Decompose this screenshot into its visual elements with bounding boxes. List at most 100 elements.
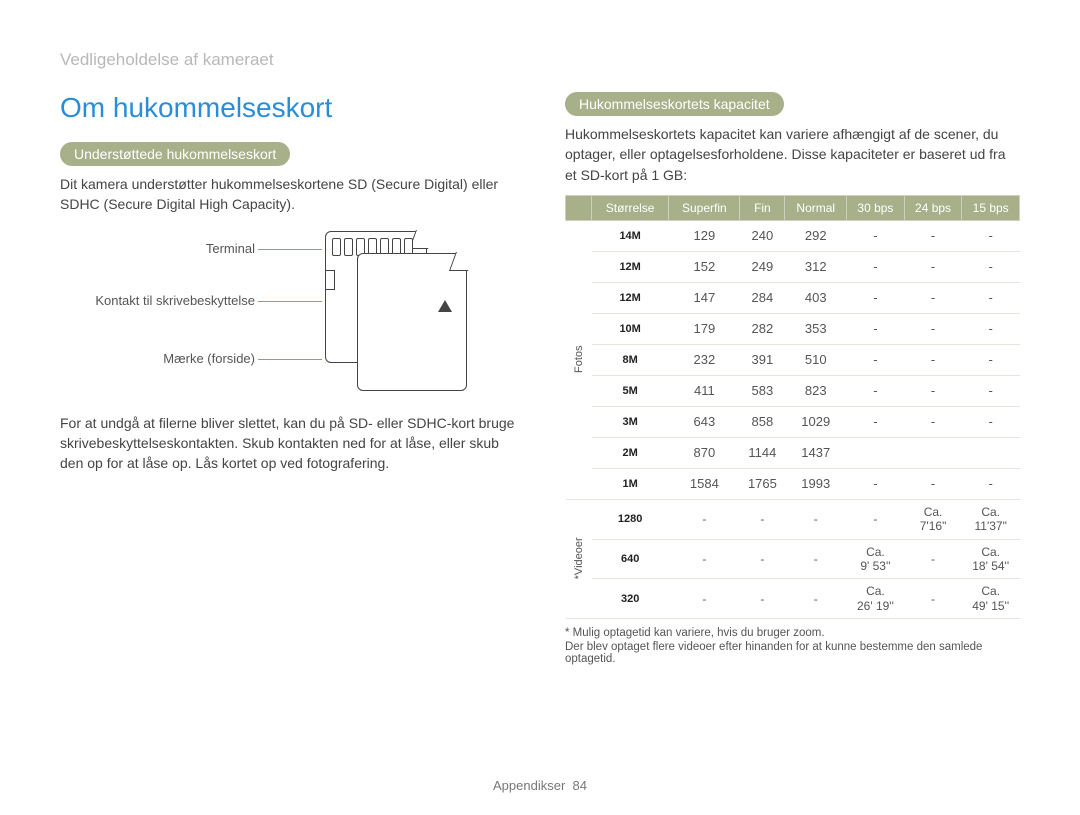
cell-value: - [904, 406, 962, 437]
triangle-icon [438, 300, 452, 312]
cell-value: 411 [669, 375, 740, 406]
cell-value: - [847, 220, 905, 251]
cell-value: 147 [669, 282, 740, 313]
cell-value: 292 [785, 220, 847, 251]
cell-value: - [904, 375, 962, 406]
cell-value: - [962, 468, 1020, 499]
right-column: Hukommelseskortets kapacitet Hukommelses… [565, 92, 1020, 667]
cell-value: - [904, 282, 962, 313]
cell-value: - [847, 344, 905, 375]
cell-value: 284 [740, 282, 785, 313]
leader-line [258, 249, 322, 250]
table-row: 5M411583823--- [566, 375, 1020, 406]
cell-value: 282 [740, 313, 785, 344]
table-row: Fotos14M129240292--- [566, 220, 1020, 251]
cell-value: - [847, 251, 905, 282]
table-row: 10M179282353--- [566, 313, 1020, 344]
cell-size: 320 [592, 579, 669, 619]
th-fine: Fin [740, 195, 785, 220]
sd-card-front-icon [357, 253, 467, 391]
cell-value: - [962, 282, 1020, 313]
footnote-zoom: * Mulig optagetid kan variere, hvis du b… [565, 627, 1020, 639]
cell-value: - [904, 579, 962, 619]
cell-value: - [740, 499, 785, 539]
table-row: 1M158417651993--- [566, 468, 1020, 499]
footer-page-number: 84 [573, 778, 587, 793]
cell-value: 179 [669, 313, 740, 344]
cell-value: - [740, 579, 785, 619]
cell-value: - [904, 251, 962, 282]
footnote-multi-record: Der blev optaget flere videoer efter hin… [565, 641, 1020, 665]
cell-size: 14M [592, 220, 669, 251]
cell-value: - [669, 539, 740, 579]
leader-line [258, 359, 322, 360]
cell-value: 1765 [740, 468, 785, 499]
leader-line [258, 301, 322, 302]
capacity-table: Størrelse Superfin Fin Normal 30 bps 24 … [565, 195, 1020, 619]
cell-value: 870 [669, 437, 740, 468]
cell-value: Ca.7'16" [904, 499, 962, 539]
footnotes: * Mulig optagetid kan variere, hvis du b… [565, 627, 1020, 665]
subhead-capacity: Hukommelseskortets kapacitet [565, 92, 784, 116]
cell-size: 10M [592, 313, 669, 344]
cell-size: 640 [592, 539, 669, 579]
cell-value: - [669, 499, 740, 539]
cell-value: 353 [785, 313, 847, 344]
cell-value: - [847, 468, 905, 499]
cell-value: 232 [669, 344, 740, 375]
page-title: Om hukommelseskort [60, 92, 515, 124]
page-footer: Appendikser 84 [0, 778, 1080, 793]
running-head: Vedligeholdelse af kameraet [60, 50, 1020, 70]
cell-value: 249 [740, 251, 785, 282]
cell-value: - [785, 539, 847, 579]
cell-value: - [904, 313, 962, 344]
cell-value: - [785, 579, 847, 619]
cell-value: Ca.9' 53'' [847, 539, 905, 579]
cell-value: 510 [785, 344, 847, 375]
th-15bps: 15 bps [962, 195, 1020, 220]
cell-value: - [962, 313, 1020, 344]
cell-value: Ca.49' 15'' [962, 579, 1020, 619]
cell-value: 1437 [785, 437, 847, 468]
cell-value: 403 [785, 282, 847, 313]
subhead-supported-cards: Understøttede hukommelseskort [60, 142, 290, 166]
cell-value: 152 [669, 251, 740, 282]
cell-value: 1584 [669, 468, 740, 499]
th-superfine: Superfin [669, 195, 740, 220]
cell-value: 583 [740, 375, 785, 406]
th-size: Størrelse [592, 195, 669, 220]
cell-value: - [904, 468, 962, 499]
cell-value: - [904, 539, 962, 579]
cell-value: - [962, 251, 1020, 282]
table-row: 12M147284403--- [566, 282, 1020, 313]
capacity-intro: Hukommelseskortets kapacitet kan variere… [565, 124, 1020, 185]
cell-value: 858 [740, 406, 785, 437]
cell-size: 1280 [592, 499, 669, 539]
footer-section: Appendikser [493, 778, 565, 793]
sd-card-diagram: Terminal Kontakt til skrivebeskyttelse M… [60, 225, 515, 395]
cell-size: 5M [592, 375, 669, 406]
cell-value [847, 437, 905, 468]
cell-value: - [904, 220, 962, 251]
cell-value: - [847, 313, 905, 344]
cell-size: 12M [592, 282, 669, 313]
cell-value: 643 [669, 406, 740, 437]
table-row: 640---Ca.9' 53''-Ca.18' 54'' [566, 539, 1020, 579]
cell-value [904, 437, 962, 468]
label-terminal: Terminal [206, 241, 255, 256]
cell-size: 2M [592, 437, 669, 468]
cell-value: Ca.18' 54'' [962, 539, 1020, 579]
th-normal: Normal [785, 195, 847, 220]
cell-size: 1M [592, 468, 669, 499]
cell-value: Ca.26' 19'' [847, 579, 905, 619]
cell-value: 1993 [785, 468, 847, 499]
cell-value: - [962, 375, 1020, 406]
table-row: 320---Ca.26' 19''-Ca.49' 15'' [566, 579, 1020, 619]
cell-value: Ca.11'37" [962, 499, 1020, 539]
th-24bps: 24 bps [904, 195, 962, 220]
cell-value: 312 [785, 251, 847, 282]
cell-value: - [847, 499, 905, 539]
label-brand-front: Mærke (forside) [163, 351, 255, 366]
cell-value: - [669, 579, 740, 619]
table-row: *Videoer1280----Ca.7'16"Ca.11'37" [566, 499, 1020, 539]
